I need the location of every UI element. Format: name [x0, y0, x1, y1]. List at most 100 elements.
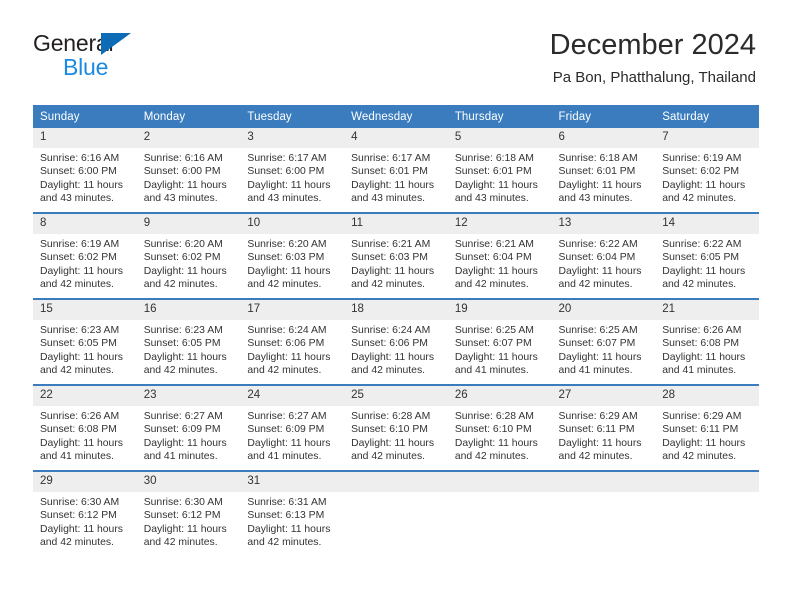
calendar-day-cell[interactable]: 4 Sunrise: 6:17 AM Sunset: 6:01 PM Daylight… — [344, 128, 448, 213]
daylight-text-line2: and 43 minutes. — [454, 193, 529, 205]
daylight-text-line2: and 42 minutes. — [351, 451, 426, 463]
calendar-day-cell[interactable]: 26 Sunrise: 6:28 AM Sunset: 6:10 PM Dayligh… — [447, 384, 552, 471]
generalblue-logo[interactable]: General Blue — [33, 30, 213, 82]
daylight-text-line1: Daylight: 11 hours — [454, 351, 538, 363]
calendar-day-cell[interactable]: 1 Sunrise: 6:16 AM Sunset: 6:00 PM Daylight… — [33, 128, 137, 213]
calendar-day-cell[interactable]: 11 Sunrise: 6:21 AM Sunset: 6:03 PM Dayligh… — [344, 212, 448, 299]
day-details: Sunrise: 6:27 AM Sunset: 6:09 PM Daylight:… — [240, 406, 344, 464]
daylight-text-line1: Daylight: 11 hours — [143, 265, 227, 277]
day-details: Sunrise: 6:29 AM Sunset: 6:11 PM Daylight:… — [655, 406, 759, 464]
weekday-header-thursday: Thursday — [447, 105, 552, 128]
calendar-day-cell[interactable]: 27 Sunrise: 6:29 AM Sunset: 6:11 PM Dayligh… — [551, 384, 656, 471]
daylight-text-line2: and 42 minutes. — [247, 537, 322, 549]
day-number: 7 — [655, 128, 759, 148]
daylight-text-line2: and 42 minutes. — [558, 279, 633, 291]
calendar-day-cell[interactable]: 12 Sunrise: 6:21 AM Sunset: 6:04 PM Dayligh… — [447, 212, 552, 299]
day-details: Sunrise: 6:21 AM Sunset: 6:03 PM Daylight:… — [344, 234, 448, 292]
sunrise-text: Sunrise: 6:26 AM — [40, 411, 120, 422]
calendar-day-cell[interactable]: 8 Sunrise: 6:19 AM Sunset: 6:02 PM Daylight… — [33, 212, 137, 299]
sunset-text: Sunset: 6:03 PM — [247, 252, 325, 264]
day-number — [551, 472, 656, 492]
calendar-day-cell[interactable]: 6 Sunrise: 6:18 AM Sunset: 6:01 PM Daylight… — [551, 128, 656, 213]
daylight-text-line2: and 41 minutes. — [662, 365, 737, 377]
calendar-day-cell[interactable]: 3 Sunrise: 6:17 AM Sunset: 6:00 PM Daylight… — [240, 128, 345, 213]
sunrise-text: Sunrise: 6:21 AM — [351, 239, 431, 250]
day-number: 3 — [240, 128, 345, 148]
day-details: Sunrise: 6:24 AM Sunset: 6:06 PM Daylight:… — [344, 320, 448, 378]
calendar-day-cell[interactable]: 24 Sunrise: 6:27 AM Sunset: 6:09 PM Dayligh… — [240, 384, 345, 471]
calendar-day-cell[interactable]: 23 Sunrise: 6:27 AM Sunset: 6:09 PM Dayligh… — [136, 384, 241, 471]
sunrise-text: Sunrise: 6:24 AM — [247, 325, 327, 336]
calendar-day-cell[interactable]: 28 Sunrise: 6:29 AM Sunset: 6:11 PM Dayligh… — [655, 384, 759, 471]
sunset-text: Sunset: 6:05 PM — [40, 338, 117, 350]
logo-text-blue: Blue — [63, 54, 109, 80]
calendar-day-cell-empty — [447, 470, 552, 556]
daylight-text-line1: Daylight: 11 hours — [40, 265, 123, 277]
calendar-day-cell[interactable]: 14 Sunrise: 6:22 AM Sunset: 6:05 PM Dayligh… — [655, 212, 759, 299]
sunrise-text: Sunrise: 6:22 AM — [662, 239, 742, 250]
calendar-day-cell-empty — [551, 470, 656, 556]
sunset-text: Sunset: 6:06 PM — [351, 338, 428, 350]
daylight-text-line2: and 42 minutes. — [662, 193, 737, 205]
calendar-day-cell[interactable]: 31 Sunrise: 6:31 AM Sunset: 6:13 PM Dayligh… — [240, 470, 345, 556]
daylight-text-line1: Daylight: 11 hours — [143, 179, 227, 191]
sunset-text: Sunset: 6:12 PM — [143, 510, 221, 522]
calendar-day-cell[interactable]: 13 Sunrise: 6:22 AM Sunset: 6:04 PM Dayligh… — [551, 212, 656, 299]
calendar-day-cell[interactable]: 16 Sunrise: 6:23 AM Sunset: 6:05 PM Dayligh… — [136, 298, 241, 385]
day-details: Sunrise: 6:30 AM Sunset: 6:12 PM Daylight:… — [137, 492, 241, 550]
calendar-day-cell[interactable]: 18 Sunrise: 6:24 AM Sunset: 6:06 PM Dayligh… — [344, 298, 448, 385]
day-number: 30 — [136, 472, 241, 492]
day-number: 14 — [655, 214, 759, 234]
calendar-day-cell[interactable]: 22 Sunrise: 6:26 AM Sunset: 6:08 PM Dayligh… — [33, 384, 137, 471]
daylight-text-line1: Daylight: 11 hours — [558, 351, 642, 363]
sunset-text: Sunset: 6:00 PM — [40, 166, 117, 178]
day-number: 26 — [447, 386, 552, 406]
calendar-day-cell[interactable]: 20 Sunrise: 6:25 AM Sunset: 6:07 PM Dayligh… — [551, 298, 656, 385]
calendar-day-cell[interactable]: 9 Sunrise: 6:20 AM Sunset: 6:02 PM Daylight… — [136, 212, 241, 299]
daylight-text-line1: Daylight: 11 hours — [454, 265, 538, 277]
sunrise-text: Sunrise: 6:16 AM — [40, 153, 120, 164]
day-number — [655, 472, 759, 492]
calendar-day-cell[interactable]: 19 Sunrise: 6:25 AM Sunset: 6:07 PM Dayligh… — [447, 298, 552, 385]
calendar-day-cell[interactable]: 29 Sunrise: 6:30 AM Sunset: 6:12 PM Dayligh… — [33, 470, 137, 556]
calendar-day-cell[interactable]: 30 Sunrise: 6:30 AM Sunset: 6:12 PM Dayligh… — [136, 470, 241, 556]
sunrise-text: Sunrise: 6:28 AM — [351, 411, 431, 422]
sunset-text: Sunset: 6:06 PM — [247, 338, 325, 350]
daylight-text-line1: Daylight: 11 hours — [558, 437, 642, 449]
daylight-text-line1: Daylight: 11 hours — [662, 351, 746, 363]
day-details: Sunrise: 6:25 AM Sunset: 6:07 PM Daylight:… — [448, 320, 552, 378]
page-header: General Blue December 2024 Pa Bon, Phatt… — [0, 0, 792, 100]
daylight-text-line2: and 41 minutes. — [40, 451, 114, 463]
daylight-text-line2: and 42 minutes. — [351, 279, 426, 291]
day-details: Sunrise: 6:20 AM Sunset: 6:03 PM Daylight:… — [240, 234, 344, 292]
daylight-text-line1: Daylight: 11 hours — [247, 265, 331, 277]
sunset-text: Sunset: 6:11 PM — [558, 424, 635, 436]
calendar-day-cell[interactable]: 21 Sunrise: 6:26 AM Sunset: 6:08 PM Dayligh… — [655, 298, 759, 385]
day-number: 4 — [344, 128, 448, 148]
sunrise-text: Sunrise: 6:25 AM — [454, 325, 534, 336]
sunset-text: Sunset: 6:10 PM — [351, 424, 428, 436]
daylight-text-line1: Daylight: 11 hours — [351, 437, 435, 449]
day-number: 19 — [447, 300, 552, 320]
calendar-day-cell[interactable]: 17 Sunrise: 6:24 AM Sunset: 6:06 PM Dayligh… — [240, 298, 345, 385]
calendar-table: Sunday Monday Tuesday Wednesday Thursday… — [33, 105, 759, 556]
calendar-day-cell[interactable]: 7 Sunrise: 6:19 AM Sunset: 6:02 PM Daylight… — [655, 128, 759, 213]
day-details: Sunrise: 6:26 AM Sunset: 6:08 PM Daylight:… — [33, 406, 137, 464]
sunset-text: Sunset: 6:05 PM — [143, 338, 221, 350]
sunrise-text: Sunrise: 6:17 AM — [247, 153, 327, 164]
sunset-text: Sunset: 6:08 PM — [662, 338, 740, 350]
title-block: December 2024 Pa Bon, Phatthalung, Thail… — [550, 28, 756, 88]
calendar-day-cell[interactable]: 25 Sunrise: 6:28 AM Sunset: 6:10 PM Dayligh… — [344, 384, 448, 471]
day-number: 28 — [655, 386, 759, 406]
day-details: Sunrise: 6:31 AM Sunset: 6:13 PM Daylight:… — [240, 492, 344, 550]
daylight-text-line2: and 43 minutes. — [351, 193, 426, 205]
daylight-text-line1: Daylight: 11 hours — [662, 179, 746, 191]
calendar-day-cell[interactable]: 10 Sunrise: 6:20 AM Sunset: 6:03 PM Dayligh… — [240, 212, 345, 299]
calendar-day-cell[interactable]: 5 Sunrise: 6:18 AM Sunset: 6:01 PM Daylight… — [447, 128, 552, 213]
calendar-day-cell[interactable]: 2 Sunrise: 6:16 AM Sunset: 6:00 PM Daylight… — [136, 128, 241, 213]
sunrise-text: Sunrise: 6:25 AM — [558, 325, 638, 336]
day-number: 15 — [33, 300, 137, 320]
calendar-day-cell[interactable]: 15 Sunrise: 6:23 AM Sunset: 6:05 PM Dayligh… — [33, 298, 137, 385]
day-details: Sunrise: 6:17 AM Sunset: 6:00 PM Daylight:… — [240, 148, 344, 206]
daylight-text-line1: Daylight: 11 hours — [143, 437, 227, 449]
